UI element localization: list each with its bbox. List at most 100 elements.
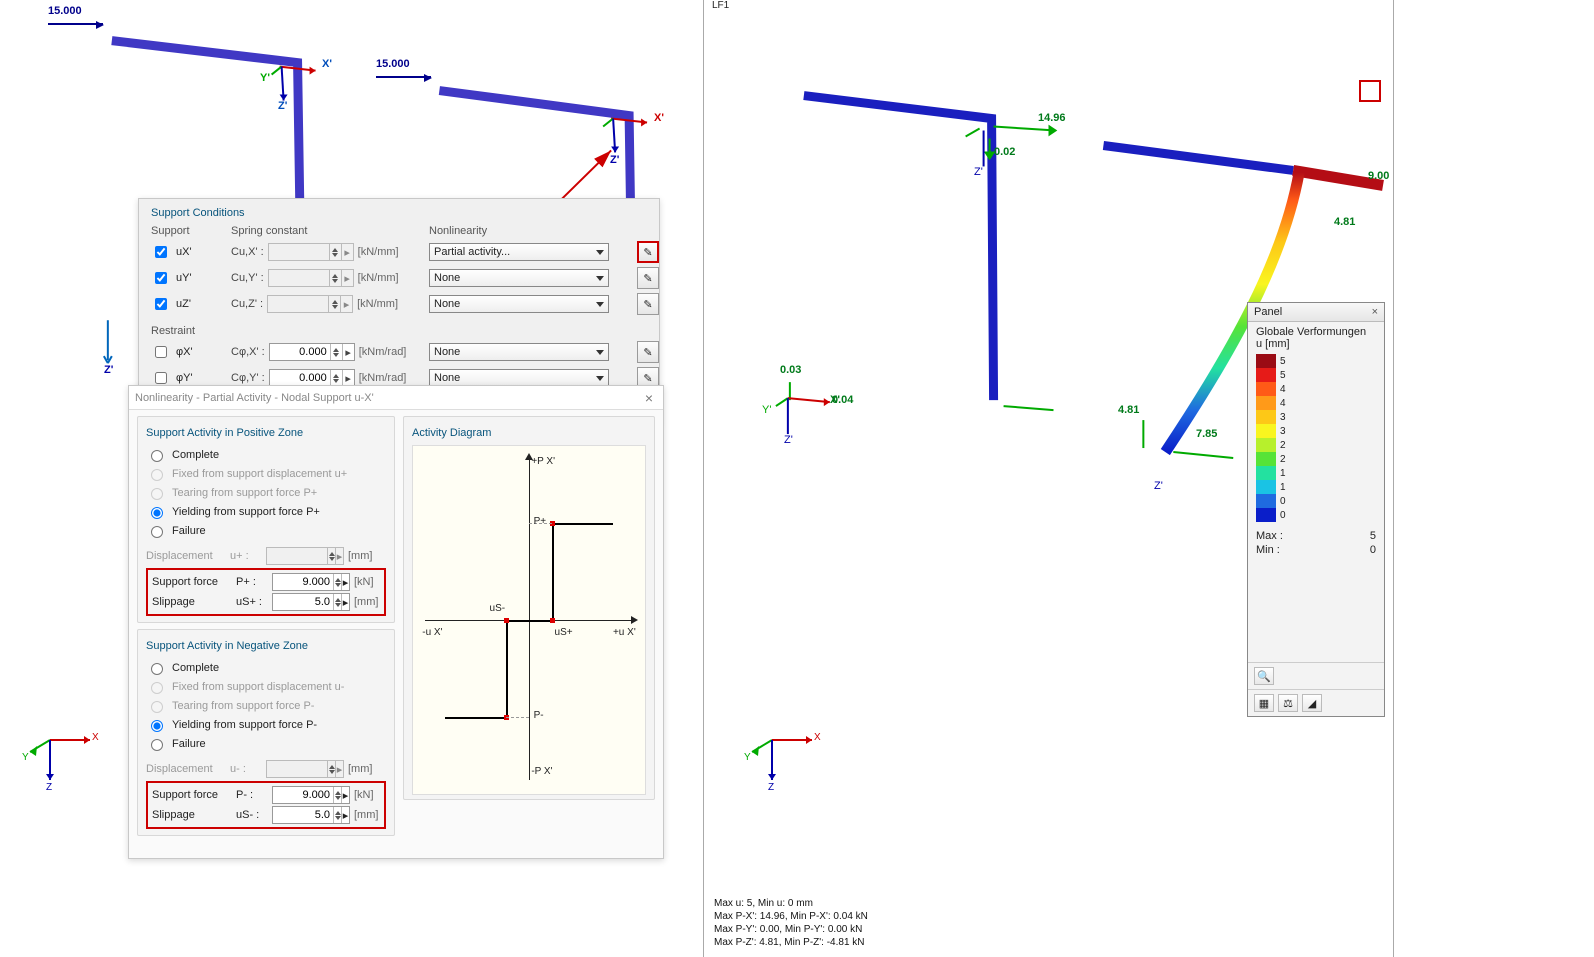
balance-icon[interactable]: ⚖ — [1278, 694, 1298, 712]
scale-row: 3 — [1256, 424, 1376, 438]
edit-nl-phix-button[interactable]: ✎ — [637, 341, 659, 363]
radio-pos-yielding[interactable]: Yielding from support force P+ — [146, 502, 386, 521]
sc-lbl-uy: Cu,Y' : — [231, 272, 264, 284]
edit-nl-uy-button[interactable]: ✎ — [637, 267, 659, 289]
pminus-input[interactable]: ▸ — [272, 786, 350, 804]
scale-row: 2 — [1256, 438, 1376, 452]
unit-usplus: [mm] — [354, 596, 384, 608]
val-under1: 0.02 — [994, 146, 1015, 158]
edit-icon: ✎ — [643, 272, 652, 285]
radio-neg-failure[interactable]: Failure — [146, 734, 386, 753]
edit-nl-ux-button[interactable]: ✎ — [637, 241, 659, 263]
chk-ux[interactable] — [155, 246, 167, 258]
unit-phiy: [kNm/rad] — [359, 372, 407, 384]
unit-phix: [kNm/rad] — [359, 346, 407, 358]
radio-neg-tearing[interactable]: Tearing from support force P- — [146, 696, 386, 715]
combo-nl-uz[interactable]: None — [429, 295, 609, 313]
scale-row: 0 — [1256, 494, 1376, 508]
pplus-input[interactable]: ▸ — [272, 573, 350, 591]
scale-row: 5 — [1256, 354, 1376, 368]
val-base2l: 4.81 — [1118, 404, 1139, 416]
load-annotation-1: 15.000 — [48, 5, 103, 25]
lbl-pplus: Support force — [152, 576, 232, 588]
val-leftbase: 0.03 — [780, 364, 801, 376]
unit-uy: [kN/mm] — [358, 272, 399, 284]
radio-neg-yielding[interactable]: Yielding from support force P- — [146, 715, 386, 734]
nonlinearity-dialog: Nonlinearity - Partial Activity - Nodal … — [128, 385, 664, 859]
status-text: Max u: 5, Min u: 0 mm Max P-X': 14.96, M… — [714, 897, 868, 949]
axis-z-rb2: Z' — [1154, 480, 1163, 492]
chk-uz[interactable] — [155, 298, 167, 310]
edit-icon: ✎ — [643, 246, 652, 259]
axis-x-label-2: X' — [654, 112, 664, 124]
col-head-nonlinearity: Nonlinearity — [429, 225, 629, 237]
scale-row: 5 — [1256, 368, 1376, 382]
unit-uz: [kN/mm] — [357, 298, 398, 310]
unit-usminus: [mm] — [354, 809, 384, 821]
right-results-pane: LF1 — [704, 0, 1394, 957]
chk-uy[interactable] — [155, 272, 167, 284]
lbl-usplus: Slippage — [152, 596, 232, 608]
global-coord-sys-left: X Y Z — [20, 710, 100, 793]
diag-lbl-pn: P- — [534, 710, 544, 721]
pos-highlight-box: Support force P+ : ▸ [kN] Slippage uS+ :… — [146, 568, 386, 616]
sym-pplus: P+ : — [236, 576, 268, 588]
negative-zone-panel: Support Activity in Negative Zone Comple… — [137, 629, 395, 836]
panel-heading: Globale Verformungen — [1248, 322, 1384, 338]
spring-ux-input[interactable]: ▸ — [268, 243, 354, 261]
panel-unit: u [mm] — [1248, 338, 1384, 350]
spring-uz-input[interactable]: ▸ — [267, 295, 353, 313]
panel-max-label: Max : — [1256, 530, 1283, 542]
deform-icon[interactable]: ◢ — [1302, 694, 1322, 712]
scale-row: 1 — [1256, 480, 1376, 494]
chk-phiy[interactable] — [155, 372, 167, 384]
table-icon[interactable]: ▦ — [1254, 694, 1274, 712]
scale-row: 1 — [1256, 466, 1376, 480]
lf-label: LF1 — [712, 0, 729, 11]
scale-row: 2 — [1256, 452, 1376, 466]
combo-nl-uy[interactable]: None — [429, 269, 609, 287]
sym-usplus: uS+ : — [236, 596, 268, 608]
disp-plus-input[interactable]: ▸ — [266, 547, 344, 565]
diag-lbl-uxn: -u X' — [422, 627, 442, 638]
radio-neg-complete[interactable]: Complete — [146, 658, 386, 677]
diag-lbl-pxn: -P X' — [531, 766, 552, 777]
magnifier-icon[interactable]: 🔍 — [1254, 667, 1274, 685]
usminus-input[interactable]: ▸ — [272, 806, 350, 824]
load-annotation-2: 15.000 — [376, 58, 431, 78]
dlg-title: Nonlinearity - Partial Activity - Nodal … — [135, 392, 374, 404]
radio-pos-tearing[interactable]: Tearing from support force P+ — [146, 483, 386, 502]
diag-lbl-pxp: +P X' — [531, 456, 555, 467]
combo-nl-ux[interactable]: Partial activity... — [429, 243, 609, 261]
lbl-uplus: u+ : — [230, 550, 262, 562]
close-icon[interactable]: × — [641, 390, 657, 406]
val-top2: 9.00 — [1368, 170, 1389, 182]
combo-nl-phix[interactable]: None — [429, 343, 609, 361]
edit-nl-uz-button[interactable]: ✎ — [637, 293, 659, 315]
axis-y-r1: Y' — [762, 404, 771, 416]
disp-minus-input[interactable]: ▸ — [266, 760, 344, 778]
radio-pos-failure[interactable]: Failure — [146, 521, 386, 540]
unit-pplus: [kN] — [354, 576, 384, 588]
lbl-uy: uY' — [176, 272, 192, 284]
radio-pos-fixed[interactable]: Fixed from support displacement u+ — [146, 464, 386, 483]
edit-icon: ✎ — [643, 372, 652, 385]
radio-neg-fixed[interactable]: Fixed from support displacement u- — [146, 677, 386, 696]
panel-close-icon[interactable]: × — [1372, 306, 1378, 318]
lbl-disp-p: Displacement — [146, 550, 226, 562]
pos-zone-title: Support Activity in Positive Zone — [146, 423, 386, 445]
axis-y-label: Y' — [260, 72, 270, 84]
edit-icon: ✎ — [643, 298, 652, 311]
diag-lbl-usn: uS- — [490, 603, 506, 614]
spring-uy-input[interactable]: ▸ — [268, 269, 354, 287]
lbl-uz: uZ' — [176, 298, 191, 310]
diag-lbl-usp: uS+ — [555, 627, 573, 638]
radio-pos-complete[interactable]: Complete — [146, 445, 386, 464]
chk-phix[interactable] — [155, 346, 167, 358]
val-base2r: 7.85 — [1196, 428, 1217, 440]
sc-lbl-uz: Cu,Z' : — [231, 298, 263, 310]
spring-phix-input[interactable]: ▸ — [269, 343, 355, 361]
panel-min-label: Min : — [1256, 544, 1280, 556]
usplus-input[interactable]: ▸ — [272, 593, 350, 611]
scale-row: 4 — [1256, 396, 1376, 410]
